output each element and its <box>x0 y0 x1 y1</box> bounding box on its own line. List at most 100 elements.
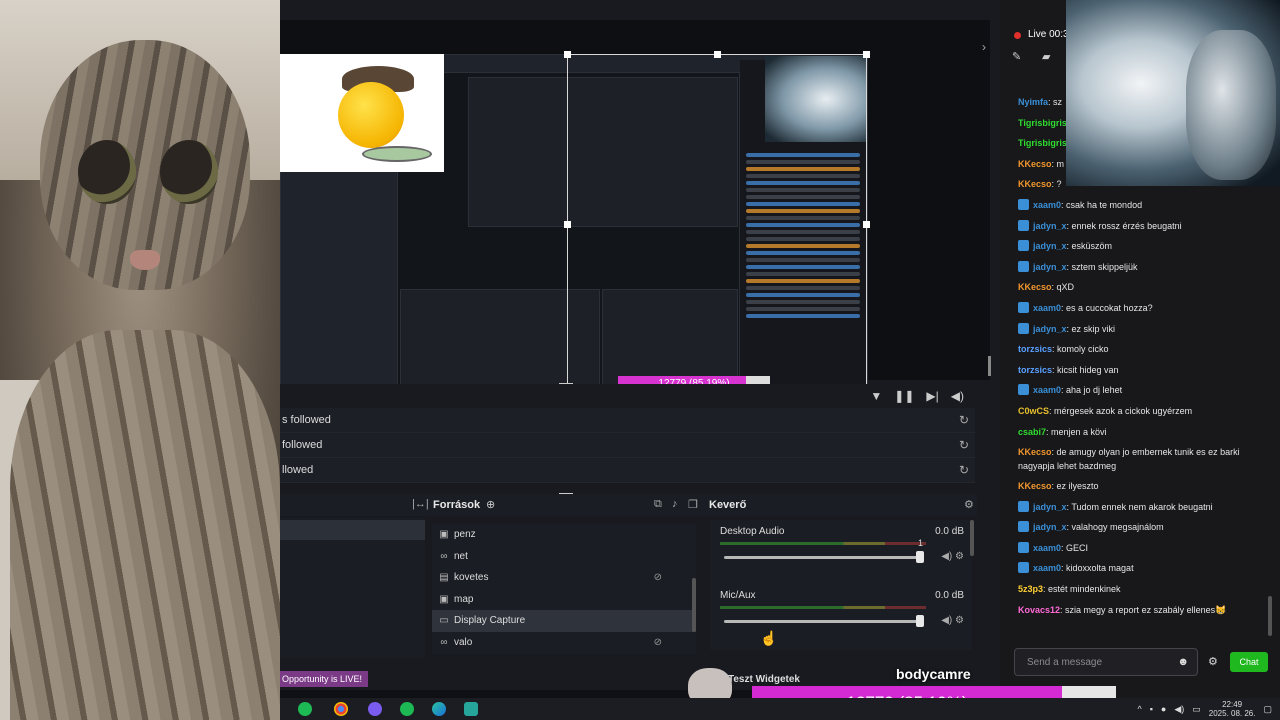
replay-icon[interactable]: ↻ <box>959 458 969 483</box>
source-selection-box[interactable] <box>564 51 870 397</box>
chat-username[interactable]: KKecso <box>1018 447 1052 457</box>
obs-app-icon[interactable] <box>464 702 478 716</box>
discord-icon[interactable] <box>368 702 382 716</box>
chat-username[interactable]: KKecso <box>1018 481 1052 491</box>
chat-username[interactable]: jadyn_x <box>1033 502 1067 512</box>
dock-float-icon[interactable]: ⧉ <box>654 498 662 511</box>
streamer-name: bodycamre <box>896 666 971 682</box>
speaker-icon[interactable]: ◀) <box>941 551 952 562</box>
spotify-icon[interactable] <box>298 702 312 716</box>
camera-icon[interactable]: ▰ <box>1042 50 1050 63</box>
badge-icon <box>1018 198 1029 210</box>
source-item-selected[interactable]: ▭ Display Capture <box>432 610 696 632</box>
chat-username[interactable]: 5z3p3 <box>1018 584 1043 594</box>
resize-handle[interactable] <box>714 51 721 58</box>
chat-username[interactable]: xaam0 <box>1033 385 1061 395</box>
volume-slider[interactable] <box>724 620 920 623</box>
chat-username[interactable]: xaam0 <box>1033 303 1061 313</box>
replay-icon[interactable]: ↻ <box>959 408 969 433</box>
emote-icon[interactable]: ☻ <box>1177 656 1189 668</box>
chat-message: xaam0: aha jo dj lehet <box>1018 380 1270 401</box>
speaker-icon[interactable]: ◀) <box>941 615 952 626</box>
pencil-icon[interactable]: ✎ <box>1012 50 1021 63</box>
gear-icon[interactable]: ⚙ <box>964 498 974 511</box>
eye-hidden-icon[interactable]: ⊘ <box>654 567 662 589</box>
chat-username[interactable]: jadyn_x <box>1033 221 1067 231</box>
chat-input[interactable] <box>1027 655 1177 669</box>
source-item[interactable]: ▣ map <box>432 589 696 611</box>
chat-username[interactable]: Tigrisbigris <box>1018 118 1067 128</box>
badge-icon <box>1018 301 1029 313</box>
spotify-icon[interactable] <box>400 702 414 716</box>
mic-icon[interactable]: ● <box>1161 704 1166 714</box>
resize-handle[interactable] <box>863 221 870 228</box>
transition-icon[interactable]: |↔| <box>412 498 429 510</box>
eye-hidden-icon[interactable]: ⊘ <box>654 632 662 654</box>
mixer-scrollbar[interactable] <box>970 520 974 556</box>
browser-icon: ▤ <box>439 572 449 583</box>
gear-icon[interactable]: ⚙ <box>955 615 964 626</box>
chat-message: Kovacs12: szia megy a report ez szabály … <box>1018 600 1270 621</box>
network-icon[interactable]: ▪ <box>1150 704 1153 714</box>
chat-username[interactable]: KKecso <box>1018 159 1052 169</box>
volume-slider-knob[interactable] <box>916 551 924 563</box>
chat-dock-splitter[interactable] <box>988 356 991 376</box>
chat-username[interactable]: jadyn_x <box>1033 324 1067 334</box>
chat-input-box[interactable]: ☻ <box>1014 648 1198 676</box>
volume-slider[interactable] <box>724 556 920 559</box>
chevron-up-icon[interactable]: ^ <box>1137 704 1141 714</box>
resize-handle[interactable] <box>564 51 571 58</box>
notification-icon[interactable]: ▢ <box>1263 704 1272 715</box>
gear-icon[interactable]: ⚙ <box>955 551 964 562</box>
sources-scrollbar[interactable] <box>692 578 696 632</box>
filter-icon[interactable]: ▼ <box>870 389 882 403</box>
chat-username[interactable]: xaam0 <box>1033 543 1061 553</box>
stream-live-banner: Opportunity is LIVE! <box>280 671 368 687</box>
skip-icon[interactable]: ▶| <box>926 389 938 403</box>
volume-icon[interactable]: ◀) <box>1174 704 1184 715</box>
chat-username[interactable]: csabi7 <box>1018 427 1046 437</box>
chat-username[interactable]: xaam0 <box>1033 563 1061 573</box>
chat-username[interactable]: jadyn_x <box>1033 522 1067 532</box>
obs-main-window: 12779 (85.19%) › ▼ ❚❚ ▶| ◀) <box>280 0 1000 690</box>
resize-handle[interactable] <box>564 221 571 228</box>
chat-username[interactable]: C0wCS <box>1018 406 1049 416</box>
resize-handle[interactable] <box>863 51 870 58</box>
audio-icon[interactable]: ♪ <box>672 498 678 510</box>
chat-text: : GECI <box>1061 542 1089 553</box>
chat-username[interactable]: Tigrisbigris <box>1018 138 1067 148</box>
gear-icon[interactable]: ⚙ <box>1208 655 1218 668</box>
chat-username[interactable]: Kovacs12 <box>1018 605 1060 615</box>
source-item[interactable]: ▤ kovetes ⊘ <box>432 567 696 589</box>
chat-username[interactable]: jadyn_x <box>1033 241 1067 251</box>
edge-icon[interactable] <box>432 702 446 716</box>
chat-message: jadyn_x: sztem skippeljük <box>1018 257 1270 278</box>
chrome-icon[interactable] <box>334 702 348 716</box>
chat-username[interactable]: torzsics <box>1018 344 1052 354</box>
chat-send-button[interactable]: Chat <box>1230 652 1268 672</box>
scene-preview[interactable]: 12779 (85.19%) › <box>280 20 990 397</box>
source-item[interactable]: ∞ valo ⊘ <box>432 632 696 654</box>
taskbar-clock[interactable]: 22:49 2025. 08. 26. <box>1209 700 1256 718</box>
battery-icon[interactable]: ▭ <box>1192 704 1201 715</box>
chat-username[interactable]: torzsics <box>1018 365 1052 375</box>
chat-scrollbar[interactable] <box>1268 596 1272 636</box>
chat-username[interactable]: KKecso <box>1018 282 1052 292</box>
scene-item-selected[interactable] <box>280 520 425 540</box>
chat-username[interactable]: jadyn_x <box>1033 262 1067 272</box>
chat-text: : ez skip viki <box>1066 323 1116 334</box>
chat-username[interactable]: Nyimfa <box>1018 97 1048 107</box>
replay-icon[interactable]: ↻ <box>959 433 969 458</box>
volume-slider-knob[interactable] <box>916 615 924 627</box>
chat-username[interactable]: xaam0 <box>1033 200 1061 210</box>
chat-message: torzsics: kicsit hideg van <box>1018 360 1270 381</box>
copy-icon[interactable]: ❐ <box>688 498 698 511</box>
pause-icon[interactable]: ❚❚ <box>894 389 914 403</box>
add-source-icon[interactable]: ⊕ <box>486 498 495 511</box>
chevron-right-icon[interactable]: › <box>982 40 986 54</box>
source-item[interactable]: ∞ net <box>432 546 696 568</box>
live-indicator-icon <box>1014 32 1021 39</box>
chat-username[interactable]: KKecso <box>1018 179 1052 189</box>
volume-icon[interactable]: ◀) <box>951 389 964 403</box>
source-item[interactable]: ▣ penz <box>432 524 696 546</box>
